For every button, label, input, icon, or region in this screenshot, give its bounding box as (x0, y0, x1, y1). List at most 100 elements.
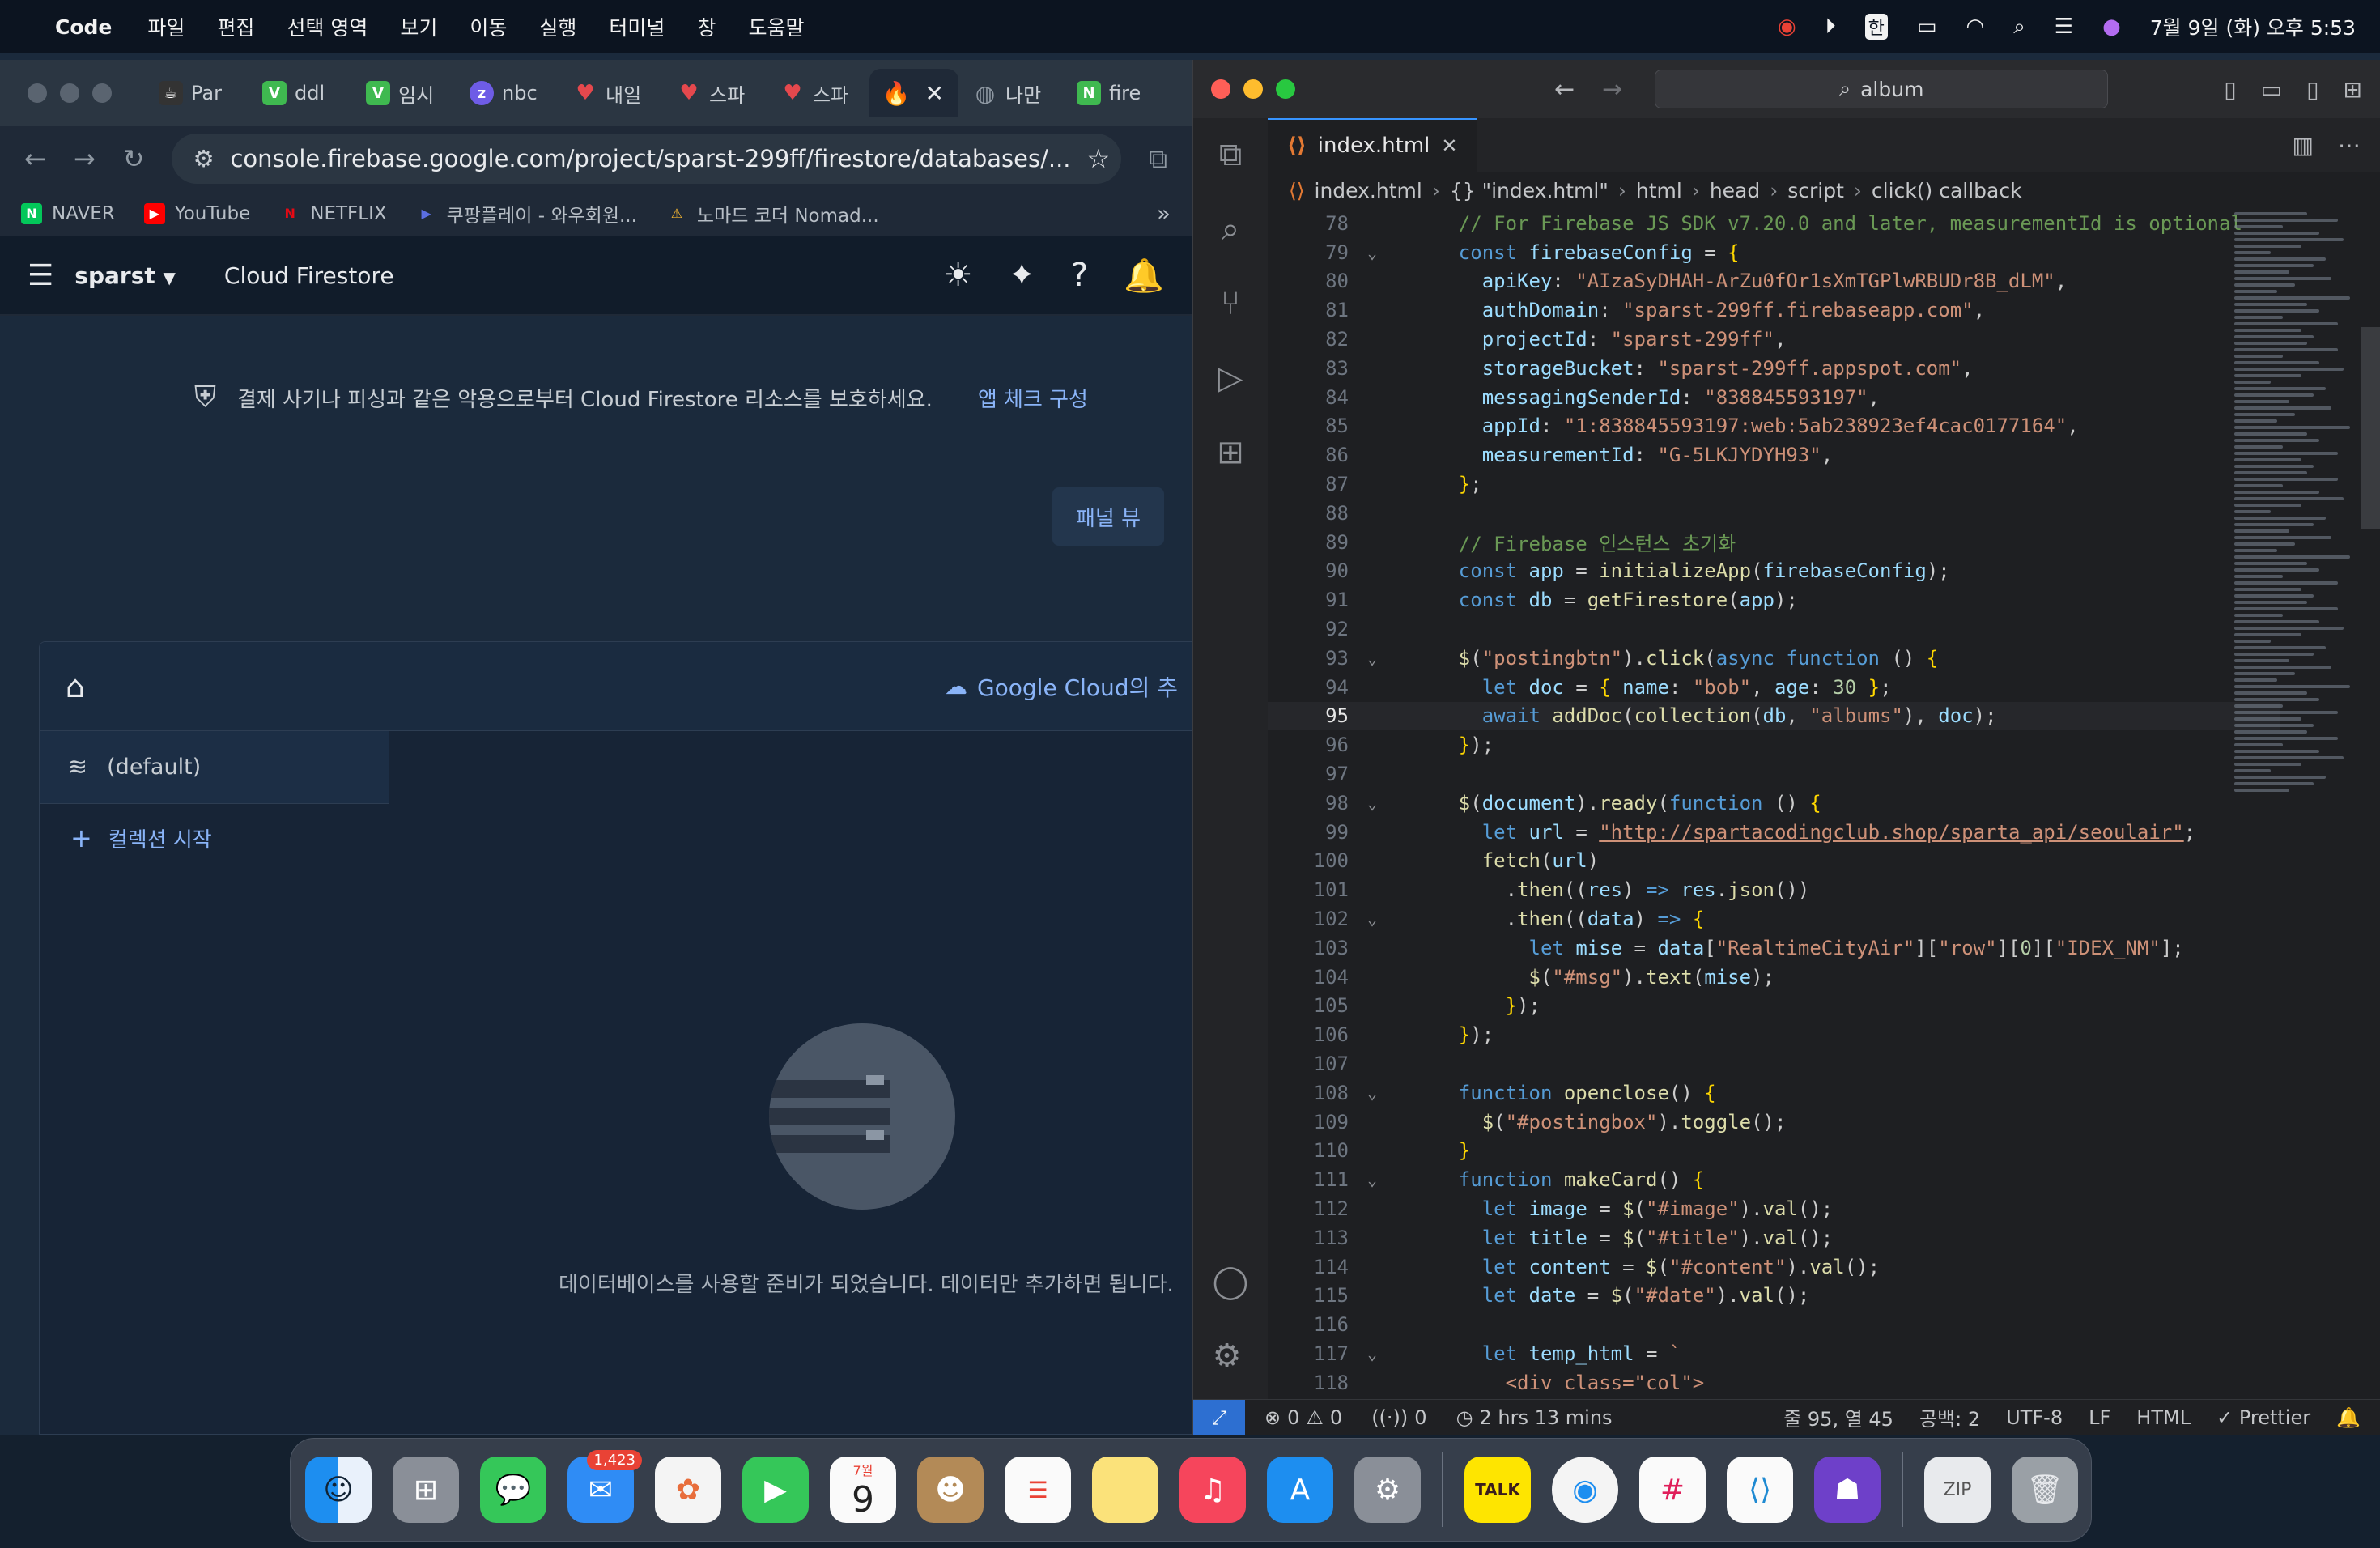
fold-chevron-icon[interactable]: ⌄ (1349, 243, 1396, 262)
finder-icon[interactable]: ☺ (305, 1457, 372, 1523)
facetime-icon[interactable]: ▶ (742, 1457, 809, 1523)
calendar-icon[interactable]: 7월 9 (830, 1457, 896, 1523)
contacts-icon[interactable]: ☻ (917, 1457, 984, 1523)
code-line[interactable]: 90 const app = initializeApp(firebaseCon… (1268, 557, 2280, 586)
editor-scrollbar[interactable] (2361, 327, 2380, 529)
menu-selection[interactable]: 선택 영역 (287, 12, 368, 41)
launchpad-icon[interactable]: ⊞ (393, 1457, 459, 1523)
code-line[interactable]: 111 ⌄ function makeCard() { (1268, 1165, 2280, 1194)
search-icon[interactable]: ⌕ (2013, 15, 2025, 40)
code-line[interactable]: 114 let content = $("#content").val(); (1268, 1252, 2280, 1282)
minimize-window-button[interactable] (60, 83, 79, 103)
menu-icon[interactable]: ☰ (28, 259, 53, 292)
play-icon[interactable]: ⏵ (1825, 15, 1836, 40)
editor-tab-index-html[interactable]: ⟨⟩ index.html ✕ (1268, 118, 1477, 172)
menu-go[interactable]: 이동 (470, 12, 507, 41)
menu-window[interactable]: 창 (697, 12, 716, 41)
language-mode[interactable]: HTML (2136, 1406, 2191, 1429)
accounts-icon[interactable]: ◯ (1213, 1263, 1249, 1300)
remote-icon[interactable]: ⤢ (1193, 1399, 1245, 1435)
code-line[interactable]: 104 $("#msg").text(mise); (1268, 963, 2280, 992)
fold-chevron-icon[interactable]: ⌄ (1349, 909, 1396, 929)
reminders-icon[interactable]: ☰ (1005, 1457, 1071, 1523)
battery-icon[interactable]: ▭ (1917, 15, 1937, 39)
code-line[interactable]: 95 await addDoc(collection(db, "albums")… (1268, 701, 2280, 731)
code-line[interactable]: 82 projectId: "sparst-299ff", (1268, 325, 2280, 354)
customize-layout-icon[interactable]: ⊞ (2344, 76, 2362, 103)
code-line[interactable]: 101 .then((res) => res.json()) (1268, 875, 2280, 904)
menu-help[interactable]: 도움말 (748, 12, 804, 41)
cursor-position[interactable]: 줄 95, 열 45 (1783, 1403, 1893, 1431)
browser-tab[interactable]: ♥ 스파 (766, 69, 869, 117)
input-han-icon[interactable]: 한 (1864, 14, 1888, 40)
code-line[interactable]: 93 ⌄ $("postingbtn").click(async function… (1268, 644, 2280, 673)
forward-icon[interactable]: → (74, 143, 96, 174)
code-line[interactable]: 106 }); (1268, 1020, 2280, 1049)
photos-icon[interactable]: ✿ (655, 1457, 721, 1523)
fold-chevron-icon[interactable]: ⌄ (1349, 1344, 1396, 1363)
code-line[interactable]: 98 ⌄ $(document).ready(function () { (1268, 789, 2280, 818)
code-line[interactable]: 118 <div class="col"> (1268, 1368, 2280, 1397)
browser-tab[interactable]: z nbc (455, 69, 559, 117)
kakaotalk-icon[interactable]: TALK (1464, 1457, 1531, 1523)
code-line[interactable]: 113 let title = $("#title").val(); (1268, 1223, 2280, 1252)
code-line[interactable]: 115 let date = $("#date").val(); (1268, 1281, 2280, 1310)
toggle-secondary-sidebar-icon[interactable]: ▯ (2306, 76, 2318, 103)
bookmark-youtube[interactable]: ▶ YouTube (143, 202, 250, 224)
more-bookmarks-icon[interactable]: » (1157, 200, 1171, 227)
fold-chevron-icon[interactable]: ⌄ (1349, 649, 1396, 668)
code-line[interactable]: 92 (1268, 615, 2280, 644)
configure-app-check-link[interactable]: 앱 체크 구성 (978, 383, 1088, 413)
browser-tab[interactable]: ♥ 스파 (662, 69, 766, 117)
chrome-icon[interactable]: ◉ (1552, 1457, 1618, 1523)
zoom-window-button[interactable] (92, 83, 112, 103)
code-line[interactable]: 112 let image = $("#image").val(); (1268, 1194, 2280, 1223)
home-icon[interactable]: ⌂ (66, 669, 85, 704)
music-icon[interactable]: ♫ (1179, 1457, 1246, 1523)
breadcrumb-item[interactable]: html (1636, 179, 1682, 202)
archive-icon[interactable]: ZIP (1924, 1457, 1991, 1523)
extensions-icon[interactable]: ⧉ (1149, 143, 1167, 175)
help-icon[interactable]: ? (1071, 257, 1088, 295)
screen-record-icon[interactable]: ◉ (1778, 15, 1796, 39)
breadcrumb-item[interactable]: head (1710, 179, 1760, 202)
code-line[interactable]: 87 }; (1268, 470, 2280, 499)
breadcrumb-item[interactable]: click() callback (1872, 179, 2022, 202)
menu-run[interactable]: 실행 (539, 12, 576, 41)
settings-icon[interactable]: ⚙ (1354, 1457, 1421, 1523)
code-line[interactable]: 91 const db = getFirestore(app); (1268, 585, 2280, 615)
toggle-sidebar-icon[interactable]: ▯ (2224, 76, 2236, 103)
minimap[interactable] (2234, 209, 2356, 873)
code-line[interactable]: 84 messagingSenderId: "838845593197", (1268, 383, 2280, 412)
wifi-icon[interactable]: ◠ (1966, 15, 1985, 39)
menu-edit[interactable]: 편집 (217, 12, 254, 41)
end-of-line[interactable]: LF (2089, 1406, 2110, 1429)
code-line[interactable]: 100 fetch(url) (1268, 847, 2280, 876)
code-line[interactable]: 78 // For Firebase JS SDK v7.20.0 and la… (1268, 209, 2280, 238)
browser-tab-active[interactable]: 🔥 ✕ (869, 69, 958, 117)
breadcrumb-item[interactable]: {} "index.html" (1450, 179, 1609, 202)
explorer-icon[interactable]: ⧉ (1219, 136, 1243, 173)
indentation[interactable]: 공백: 2 (1919, 1403, 1980, 1431)
browser-tab[interactable]: ♥ 내일 (559, 69, 662, 117)
code-line[interactable]: 102 ⌄ .then((data) => { (1268, 904, 2280, 933)
close-tab-icon[interactable]: ✕ (925, 80, 944, 107)
menu-view[interactable]: 보기 (400, 12, 437, 41)
fold-chevron-icon[interactable]: ⌄ (1349, 1083, 1396, 1103)
back-icon[interactable]: ← (1554, 75, 1575, 104)
problems-indicator[interactable]: ⊗ 0 ⚠ 0 (1264, 1406, 1342, 1429)
ports-indicator[interactable]: ((·)) 0 (1371, 1406, 1426, 1429)
code-editor[interactable]: 78 // For Firebase JS SDK v7.20.0 and la… (1268, 209, 2280, 1399)
code-line[interactable]: 109 $("#postingbox").toggle(); (1268, 1108, 2280, 1137)
start-collection-button[interactable]: + 컬렉션 시작 (40, 804, 389, 872)
browser-tab[interactable]: V ddl (248, 69, 351, 117)
breadcrumb-item[interactable]: script (1787, 179, 1844, 202)
app-menu[interactable]: Code (55, 15, 112, 39)
search-icon[interactable]: ⌕ (1222, 211, 1239, 248)
command-center-search[interactable]: ⌕ album (1655, 70, 2109, 108)
source-control-icon[interactable]: ⑂ (1221, 285, 1240, 322)
github-desktop-icon[interactable]: ☗ (1814, 1457, 1881, 1523)
theme-toggle-icon[interactable]: ☀ (944, 257, 973, 295)
mail-icon[interactable]: ✉ 1,423 (567, 1450, 642, 1523)
browser-tab[interactable]: N fire (1062, 69, 1166, 117)
